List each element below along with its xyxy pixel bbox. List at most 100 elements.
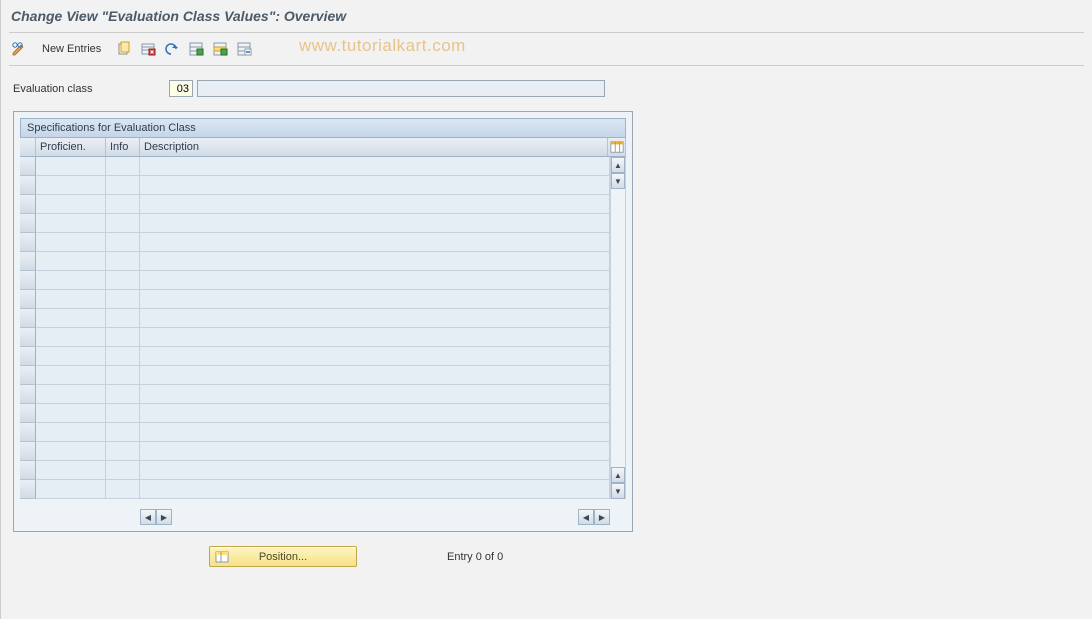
cell-description[interactable] xyxy=(140,176,610,195)
table-row[interactable] xyxy=(20,271,610,290)
toggle-display-change-button[interactable] xyxy=(9,39,29,59)
table-row[interactable] xyxy=(20,176,610,195)
table-row[interactable] xyxy=(20,195,610,214)
evaluation-class-input[interactable] xyxy=(169,80,193,97)
cell-description[interactable] xyxy=(140,366,610,385)
row-selector[interactable] xyxy=(20,271,36,290)
cell-info[interactable] xyxy=(106,461,140,480)
table-row[interactable] xyxy=(20,347,610,366)
deselect-all-button[interactable] xyxy=(234,39,254,59)
cell-proficien[interactable] xyxy=(36,309,106,328)
cell-description[interactable] xyxy=(140,423,610,442)
table-row[interactable] xyxy=(20,442,610,461)
hscroll-right-button[interactable]: ▶ xyxy=(594,509,610,525)
cell-description[interactable] xyxy=(140,214,610,233)
cell-proficien[interactable] xyxy=(36,176,106,195)
cell-info[interactable] xyxy=(106,366,140,385)
configure-columns-button[interactable] xyxy=(608,138,626,156)
table-row[interactable] xyxy=(20,214,610,233)
cell-description[interactable] xyxy=(140,271,610,290)
cell-description[interactable] xyxy=(140,157,610,176)
cell-info[interactable] xyxy=(106,252,140,271)
cell-proficien[interactable] xyxy=(36,480,106,499)
scroll-up-step-button[interactable]: ▼ xyxy=(611,173,625,189)
cell-info[interactable] xyxy=(106,328,140,347)
row-selector[interactable] xyxy=(20,233,36,252)
cell-description[interactable] xyxy=(140,195,610,214)
row-selector[interactable] xyxy=(20,366,36,385)
cell-proficien[interactable] xyxy=(36,271,106,290)
hscroll-right-step-button[interactable]: ◀ xyxy=(578,509,594,525)
undo-button[interactable] xyxy=(162,39,182,59)
cell-description[interactable] xyxy=(140,347,610,366)
row-selector[interactable] xyxy=(20,404,36,423)
row-selector[interactable] xyxy=(20,309,36,328)
row-selector[interactable] xyxy=(20,461,36,480)
cell-description[interactable] xyxy=(140,328,610,347)
cell-proficien[interactable] xyxy=(36,328,106,347)
cell-proficien[interactable] xyxy=(36,404,106,423)
table-row[interactable] xyxy=(20,233,610,252)
hscroll-left-button[interactable]: ◀ xyxy=(140,509,156,525)
cell-info[interactable] xyxy=(106,176,140,195)
row-selector[interactable] xyxy=(20,480,36,499)
cell-proficien[interactable] xyxy=(36,214,106,233)
cell-proficien[interactable] xyxy=(36,366,106,385)
horizontal-scrollbar[interactable]: ◀ ▶ ◀ ▶ xyxy=(20,509,626,525)
column-header-info[interactable]: Info xyxy=(106,138,140,156)
cell-description[interactable] xyxy=(140,404,610,423)
cell-proficien[interactable] xyxy=(36,233,106,252)
row-selector[interactable] xyxy=(20,176,36,195)
row-selector[interactable] xyxy=(20,385,36,404)
scroll-track[interactable] xyxy=(611,189,625,467)
new-entries-button[interactable]: New Entries xyxy=(33,40,110,58)
table-row[interactable] xyxy=(20,366,610,385)
cell-proficien[interactable] xyxy=(36,157,106,176)
cell-info[interactable] xyxy=(106,404,140,423)
column-header-description[interactable]: Description xyxy=(140,138,608,156)
table-row[interactable] xyxy=(20,328,610,347)
position-button[interactable]: Position... xyxy=(209,546,357,567)
cell-proficien[interactable] xyxy=(36,290,106,309)
cell-proficien[interactable] xyxy=(36,347,106,366)
select-block-button[interactable] xyxy=(210,39,230,59)
table-row[interactable] xyxy=(20,480,610,499)
cell-proficien[interactable] xyxy=(36,195,106,214)
cell-description[interactable] xyxy=(140,233,610,252)
row-selector[interactable] xyxy=(20,347,36,366)
row-selector[interactable] xyxy=(20,423,36,442)
cell-info[interactable] xyxy=(106,347,140,366)
copy-as-button[interactable] xyxy=(114,39,134,59)
scroll-up-button[interactable]: ▲ xyxy=(611,157,625,173)
cell-info[interactable] xyxy=(106,233,140,252)
cell-info[interactable] xyxy=(106,290,140,309)
table-row[interactable] xyxy=(20,404,610,423)
cell-description[interactable] xyxy=(140,290,610,309)
delete-button[interactable] xyxy=(138,39,158,59)
hscroll-left-step-button[interactable]: ▶ xyxy=(156,509,172,525)
cell-info[interactable] xyxy=(106,423,140,442)
table-row[interactable] xyxy=(20,290,610,309)
row-selector[interactable] xyxy=(20,328,36,347)
row-selector-header[interactable] xyxy=(20,138,36,156)
cell-proficien[interactable] xyxy=(36,461,106,480)
table-row[interactable] xyxy=(20,157,610,176)
table-row[interactable] xyxy=(20,461,610,480)
cell-description[interactable] xyxy=(140,480,610,499)
cell-info[interactable] xyxy=(106,214,140,233)
scroll-down-step-button[interactable]: ▲ xyxy=(611,467,625,483)
cell-description[interactable] xyxy=(140,252,610,271)
select-all-button[interactable] xyxy=(186,39,206,59)
table-row[interactable] xyxy=(20,309,610,328)
cell-info[interactable] xyxy=(106,157,140,176)
evaluation-class-desc-input[interactable] xyxy=(197,80,605,97)
scroll-down-button[interactable]: ▼ xyxy=(611,483,625,499)
cell-proficien[interactable] xyxy=(36,385,106,404)
cell-proficien[interactable] xyxy=(36,252,106,271)
table-row[interactable] xyxy=(20,423,610,442)
row-selector[interactable] xyxy=(20,442,36,461)
cell-info[interactable] xyxy=(106,271,140,290)
cell-proficien[interactable] xyxy=(36,423,106,442)
table-row[interactable] xyxy=(20,385,610,404)
cell-info[interactable] xyxy=(106,442,140,461)
